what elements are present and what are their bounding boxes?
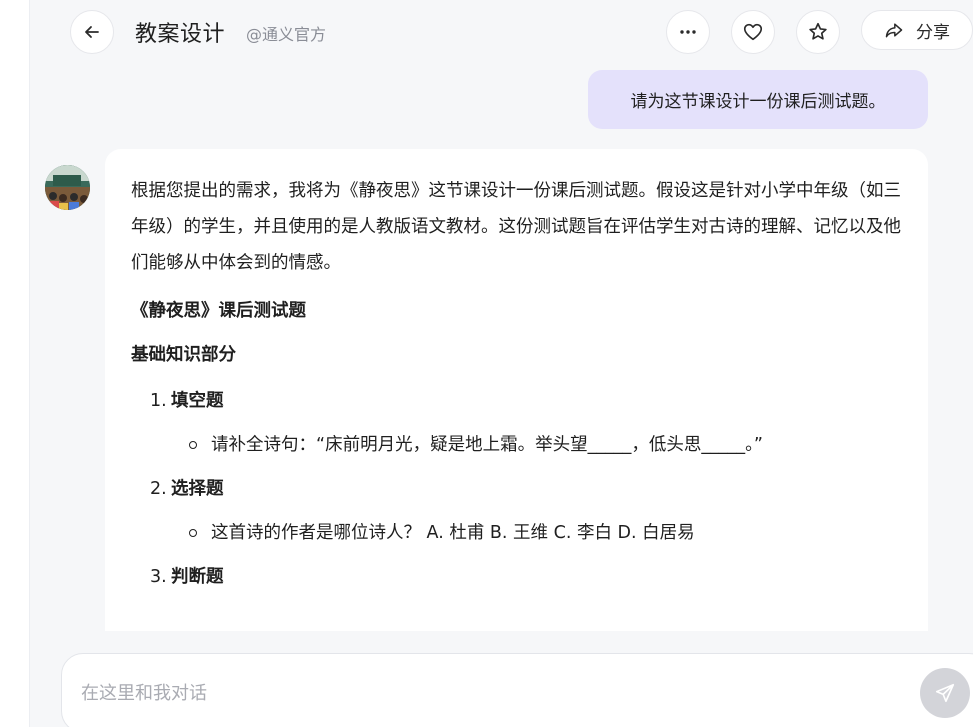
author-label: @通义官方 [246, 25, 327, 44]
section-title: 基础知识部分 [131, 345, 236, 365]
chat-input-bar [61, 653, 973, 727]
list-item: 2. 选择题 [131, 475, 902, 503]
circle-bullet-icon [189, 441, 197, 449]
user-message-bubble: 请为这节课设计一份课后测试题。 [588, 70, 928, 129]
list-number: 1. [150, 391, 167, 411]
more-horizontal-icon [680, 30, 696, 34]
question-type-label: 判断题 [171, 567, 224, 587]
list-number: 3. [150, 567, 167, 587]
share-label: 分享 [916, 22, 950, 43]
question-type-label: 填空题 [171, 391, 224, 411]
share-arrow-icon [885, 23, 903, 38]
star-icon [809, 22, 827, 40]
question-list: 1. 填空题 请补全诗句：“床前明月光，疑是地上霜。举头望_____，低头思__… [131, 387, 902, 591]
share-button[interactable]: 分享 [861, 10, 973, 50]
question-type-label: 选择题 [171, 479, 224, 499]
classroom-avatar-icon [45, 165, 90, 210]
question-text: 请补全诗句：“床前明月光，疑是地上霜。举头望_____，低头思_____。” [211, 435, 763, 455]
heart-icon [743, 23, 763, 41]
list-item: 3. 判断题 [131, 563, 902, 591]
chat-header: 教案设计 @通义官方 分享 [30, 0, 973, 64]
sub-list-item: 请补全诗句：“床前明月光，疑是地上霜。举头望_____，低头思_____。” [131, 431, 902, 459]
answer-intro: 根据您提出的需求，我将为《静夜思》这节课设计一份课后测试题。假设这是针对小学中年… [131, 181, 901, 273]
arrow-left-icon [85, 26, 99, 38]
user-message-text: 请为这节课设计一份课后测试题。 [630, 92, 886, 112]
quiz-title: 《静夜思》课后测试题 [131, 301, 306, 321]
chat-input[interactable] [81, 678, 881, 708]
like-button[interactable] [731, 10, 775, 54]
list-item: 1. 填空题 [131, 387, 902, 415]
back-button[interactable] [70, 10, 114, 54]
assistant-answer-card: 根据您提出的需求，我将为《静夜思》这节课设计一份课后测试题。假设这是针对小学中年… [105, 149, 928, 631]
sub-list-item: 这首诗的作者是哪位诗人？ A. 杜甫 B. 王维 C. 李白 D. 白居易 [131, 519, 902, 547]
circle-bullet-icon [189, 529, 197, 537]
page-title: 教案设计 [135, 22, 226, 47]
more-button[interactable] [666, 10, 710, 54]
list-number: 2. [150, 479, 167, 499]
send-button[interactable] [920, 668, 970, 718]
send-icon [935, 683, 955, 703]
left-sidebar-strip [0, 0, 30, 727]
favorite-button[interactable] [796, 10, 840, 54]
question-text: 这首诗的作者是哪位诗人？ A. 杜甫 B. 王维 C. 李白 D. 白居易 [211, 523, 695, 543]
assistant-avatar [45, 165, 90, 210]
